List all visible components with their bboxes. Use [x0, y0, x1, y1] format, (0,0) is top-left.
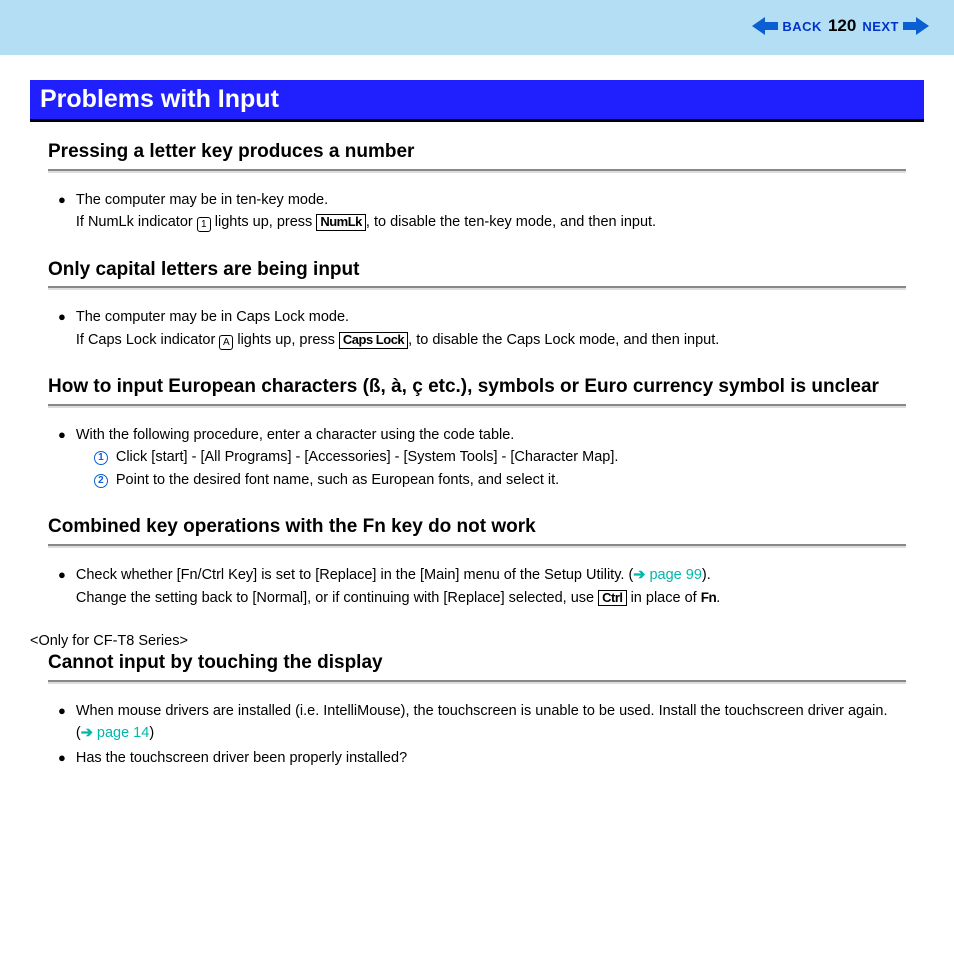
bullet-icon: ●	[58, 424, 66, 446]
subsection-1-body: ● The computer may be in ten-key mode. I…	[58, 189, 904, 234]
ctrl-key: Ctrl	[598, 590, 626, 607]
subsection-5-body: ● When mouse drivers are installed (i.e.…	[58, 700, 904, 769]
bullet-icon: ●	[58, 747, 66, 769]
bullet-icon: ●	[58, 564, 66, 586]
step-1-text: Click [start] - [All Programs] - [Access…	[116, 449, 619, 465]
text: The computer may be in ten-key mode.	[76, 192, 328, 208]
subsection-2-body: ● The computer may be in Caps Lock mode.…	[58, 306, 904, 351]
text: With the following procedure, enter a ch…	[76, 427, 514, 443]
back-button[interactable]: BACK	[782, 19, 822, 34]
subsection-4-title: Combined key operations with the Fn key …	[48, 515, 924, 540]
step-1-icon: 1	[94, 451, 108, 465]
bullet-icon: ●	[58, 306, 66, 328]
section-title: Problems with Input	[30, 80, 924, 122]
next-arrow-icon[interactable]	[903, 17, 929, 35]
bullet-icon: ●	[58, 189, 66, 211]
subsection-3-title: How to input European characters (ß, à, …	[48, 375, 924, 400]
header-bar: BACK 120 NEXT	[0, 0, 954, 55]
subsection-2-title: Only capital letters are being input	[48, 258, 924, 283]
text: The computer may be in Caps Lock mode.	[76, 309, 349, 325]
subsection-4-body: ● Check whether [Fn/Ctrl Key] is set to …	[58, 564, 904, 609]
text: in place of	[627, 590, 701, 606]
step-2-icon: 2	[94, 474, 108, 488]
nav-group: BACK 120 NEXT	[752, 16, 929, 36]
text: .	[716, 590, 720, 606]
page-number: 120	[828, 16, 856, 36]
next-button[interactable]: NEXT	[862, 19, 899, 34]
divider	[48, 169, 906, 173]
divider	[48, 680, 906, 684]
numlk-key: NumLk	[316, 214, 366, 231]
text: Has the touchscreen driver been properly…	[76, 750, 407, 766]
text: ).	[702, 567, 711, 583]
text: )	[149, 725, 154, 741]
subsection-1-title: Pressing a letter key produces a number	[48, 140, 924, 165]
link-arrow-icon: ➔	[633, 567, 649, 583]
divider	[48, 286, 906, 290]
bullet-icon: ●	[58, 700, 66, 722]
divider	[48, 544, 906, 548]
page-link-14[interactable]: page 14	[97, 725, 149, 741]
text: When mouse drivers are installed (i.e. I…	[76, 703, 888, 741]
link-arrow-icon: ➔	[81, 725, 97, 741]
capslock-key: Caps Lock	[339, 332, 408, 349]
numlk-indicator-icon: 1	[197, 217, 211, 232]
step-2-text: Point to the desired font name, such as …	[116, 472, 559, 488]
subsection-5-title: Cannot input by touching the display	[48, 651, 924, 676]
text: Check whether [Fn/Ctrl Key] is set to [R…	[76, 567, 633, 583]
text: , to disable the ten-key mode, and then …	[366, 214, 656, 230]
divider	[48, 404, 906, 408]
capslock-indicator-icon: A	[219, 335, 233, 350]
fn-key: Fn	[701, 590, 717, 605]
text: If Caps Lock indicator	[76, 332, 219, 348]
text: If NumLk indicator	[76, 214, 197, 230]
series-note: <Only for CF-T8 Series>	[30, 633, 924, 649]
text: , to disable the Caps Lock mode, and the…	[408, 332, 719, 348]
text: lights up, press	[233, 332, 339, 348]
subsection-3-body: ● With the following procedure, enter a …	[58, 424, 904, 491]
text: lights up, press	[211, 214, 317, 230]
back-arrow-icon[interactable]	[752, 17, 778, 35]
text: Change the setting back to [Normal], or …	[76, 590, 598, 606]
page-link-99[interactable]: page 99	[649, 567, 701, 583]
